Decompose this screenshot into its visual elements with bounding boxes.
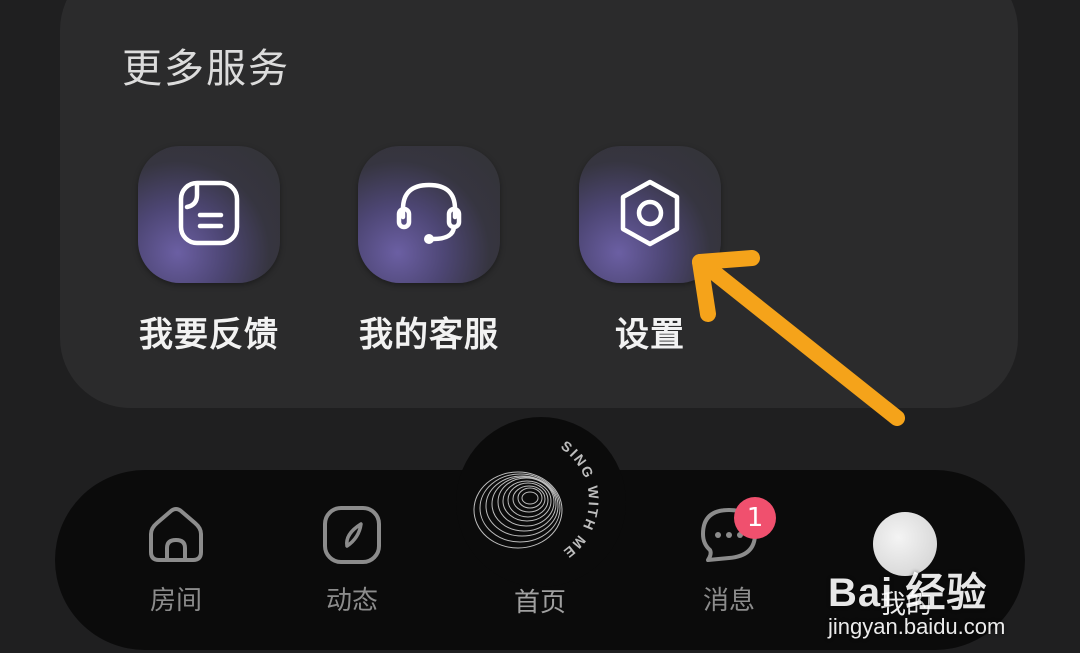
- nav-home[interactable]: SING WITH ME 首页: [460, 432, 620, 618]
- nav-messages-label: 消息: [702, 586, 755, 616]
- nav-moments[interactable]: 动态: [292, 506, 412, 617]
- nav-home-label: 首页: [513, 588, 566, 618]
- nav-rooms[interactable]: 房间: [116, 506, 236, 617]
- watermark-url: jingyan.baidu.com: [828, 614, 1006, 639]
- house-icon: [145, 506, 207, 568]
- compass-icon: [321, 506, 383, 568]
- svg-text:SING WITH ME: SING WITH ME: [558, 437, 602, 562]
- messages-badge: 1: [734, 497, 776, 539]
- sing-with-me-logo: SING WITH ME: [460, 432, 620, 566]
- nav-rooms-label: 房间: [149, 586, 202, 616]
- logo-arc-text: SING WITH ME: [558, 437, 600, 562]
- screen: 更多服务 我要反馈 我的客服 设置 房间 动态 SING WITH ME 首页 …: [0, 0, 1080, 653]
- nav-moments-label: 动态: [325, 586, 378, 616]
- watermark-main: Bai 经验: [828, 571, 988, 615]
- baidu-watermark: Bai 经验 jingyan.baidu.com: [828, 560, 1005, 640]
